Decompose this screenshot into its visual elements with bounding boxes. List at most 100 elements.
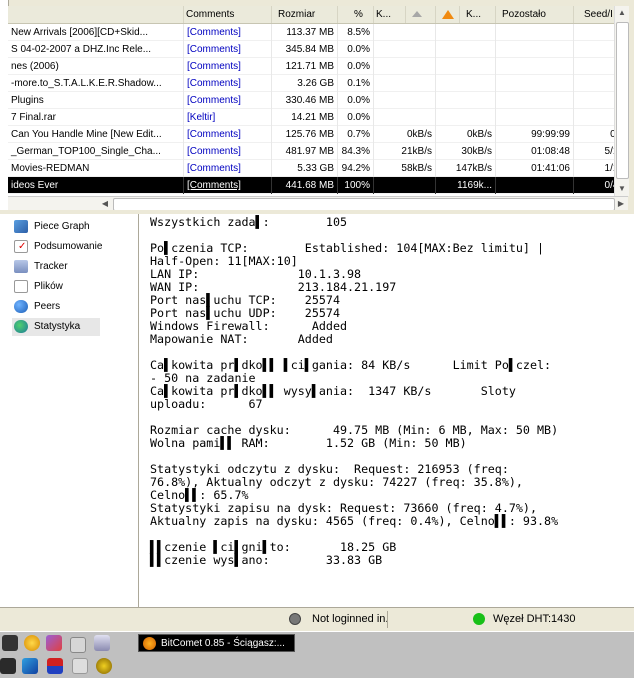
tray-icon-4[interactable] [72, 658, 88, 674]
cell-name: 7 Final.rar [8, 109, 184, 126]
status-bar: Not loginned in. Węzeł DHT:1430 [0, 607, 634, 632]
status-divider [387, 611, 388, 628]
cell-percent: 0.0% [338, 109, 374, 126]
scroll-left-icon[interactable]: ◀ [98, 197, 112, 211]
cell-comments[interactable]: [Comments] [184, 58, 272, 75]
column-comments[interactable]: Comments [184, 6, 272, 23]
cell-name: _German_TOP100_Single_Cha... [8, 143, 184, 160]
cell-up-speed [436, 41, 496, 58]
taskbar-button-bitcomet[interactable]: BitComet 0.85 - Ściągasz:... [138, 634, 295, 652]
dht-status-text: Węzeł DHT:1430 [493, 613, 576, 625]
cell-size: 14.21 MB [272, 109, 338, 126]
quicklaunch-icon-3[interactable] [70, 637, 86, 653]
cell-comments[interactable]: [Comments] [184, 24, 272, 41]
cell-remaining: 01:41:06 [496, 160, 574, 177]
nav-item-peers[interactable]: Peers [12, 298, 60, 316]
nav-item-tracker[interactable]: Tracker [12, 258, 68, 276]
cell-name: nes (2006) [8, 58, 184, 75]
cell-size: 121.71 MB [272, 58, 338, 75]
taskbar: BitComet 0.85 - Ściągasz:... [0, 631, 634, 678]
cell-down-speed [374, 58, 436, 75]
cell-percent: 8.5% [338, 24, 374, 41]
login-status-text: Not loginned in. [312, 613, 389, 625]
torrent-row[interactable]: New Arrivals [2006][CD+Skid... [Comments]… [8, 24, 628, 41]
horizontal-scrollbar[interactable]: ◀ ▶ [8, 196, 628, 211]
torrent-row[interactable]: _German_TOP100_Single_Cha... [Comments] 48… [8, 143, 628, 160]
scroll-down-icon[interactable]: ▼ [615, 182, 629, 196]
torrent-row[interactable]: Movies-REDMAN [Comments] 5.33 GB 94.2% 58kB/… [8, 160, 628, 177]
cell-name: -more.to_S.T.A.L.K.E.R.Shadow... [8, 75, 184, 92]
cell-down-speed: 58kB/s [374, 160, 436, 177]
cell-remaining [496, 92, 574, 109]
quicklaunch-icon-2[interactable] [46, 635, 62, 651]
column-sort-asc[interactable] [406, 6, 436, 23]
cell-comments[interactable]: [Comments] [184, 92, 272, 109]
cell-up-speed [436, 58, 496, 75]
cell-size: 5.33 GB [272, 160, 338, 177]
scroll-right-icon[interactable]: ▶ [614, 197, 628, 211]
column-percent[interactable]: % [338, 6, 374, 23]
column-up-speed[interactable]: K... [460, 6, 496, 23]
torrent-row[interactable]: ideos Ever [Comments] 441.68 MB 100% 1169k..… [8, 177, 628, 194]
column-remaining[interactable]: Pozostało [496, 6, 574, 23]
column-down-speed[interactable]: K... [374, 6, 406, 23]
tray-icon-1[interactable] [0, 658, 16, 674]
cell-size: 125.76 MB [272, 126, 338, 143]
cell-comments[interactable]: [Comments] [184, 41, 272, 58]
cell-down-speed [374, 177, 436, 194]
cell-remaining: 01:08:48 [496, 143, 574, 160]
nav-item-piece-graph[interactable]: Piece Graph [12, 218, 90, 236]
column-size[interactable]: Rozmiar [272, 6, 338, 23]
cell-up-speed: 1169k... [436, 177, 496, 194]
cell-comments[interactable]: [Comments] [184, 160, 272, 177]
column-priority[interactable] [436, 6, 460, 23]
cell-comments[interactable]: [Comments] [184, 126, 272, 143]
cell-up-speed: 147kB/s [436, 160, 496, 177]
column-name[interactable] [8, 6, 184, 23]
cell-up-speed [436, 24, 496, 41]
tray-icon-2[interactable] [22, 658, 38, 674]
piece-graph-icon [14, 220, 28, 233]
cell-name: Plugins [8, 92, 184, 109]
nav-item-files[interactable]: Plików [12, 278, 63, 296]
torrent-row[interactable]: S 04-02-2007 a DHZ.Inc Rele... [Comments]… [8, 41, 628, 58]
cell-name: Can You Handle Mine [New Edit... [8, 126, 184, 143]
nav-item-summary[interactable]: ✓ Podsumowanie [12, 238, 102, 256]
statistics-pane: Wszystkich zada▌: 105 Po▌czenia TCP: Est… [139, 214, 634, 607]
scroll-up-icon[interactable]: ▲ [615, 6, 629, 20]
cell-up-speed [436, 92, 496, 109]
torrent-list-header: Comments Rozmiar % K... K... Pozostało S… [8, 6, 628, 24]
tracker-icon [14, 260, 28, 273]
nav-item-statistics[interactable]: Statystyka [12, 318, 100, 336]
cell-remaining: 99:99:99 [496, 126, 574, 143]
cell-down-speed [374, 24, 436, 41]
orange-up-arrow-icon [442, 9, 454, 19]
cell-remaining [496, 41, 574, 58]
cell-down-speed: 0kB/s [374, 126, 436, 143]
vertical-scrollbar[interactable]: ▲ ▼ [614, 6, 629, 196]
bitcomet-icon [143, 637, 156, 650]
torrent-row[interactable]: 7 Final.rar [Keltir] 14.21 MB 0.0% [8, 109, 628, 126]
cell-remaining [496, 109, 574, 126]
steam-icon[interactable] [2, 635, 18, 651]
cell-comments[interactable]: [Comments] [184, 177, 272, 194]
cell-comments[interactable]: [Keltir] [184, 109, 272, 126]
torrent-row[interactable]: -more.to_S.T.A.L.K.E.R.Shadow... [Comment… [8, 75, 628, 92]
tray-icon-5[interactable] [96, 658, 112, 674]
tray-icon-3[interactable] [47, 658, 63, 674]
cell-comments[interactable]: [Comments] [184, 143, 272, 160]
sort-up-arrow-icon [412, 11, 422, 17]
cell-down-speed: 21kB/s [374, 143, 436, 160]
torrent-row[interactable]: Plugins [Comments] 330.46 MB 0.0% [8, 92, 628, 109]
cell-percent: 0.0% [338, 92, 374, 109]
login-status-icon [289, 613, 301, 625]
torrent-row[interactable]: nes (2006) [Comments] 121.71 MB 0.0% [8, 58, 628, 75]
torrent-row[interactable]: Can You Handle Mine [New Edit... [Comment… [8, 126, 628, 143]
quicklaunch-icon-4[interactable] [94, 635, 110, 651]
cell-remaining [496, 24, 574, 41]
quicklaunch-icon-1[interactable] [24, 635, 40, 651]
cell-percent: 0.7% [338, 126, 374, 143]
vertical-scroll-thumb[interactable] [616, 22, 629, 179]
cell-comments[interactable]: [Comments] [184, 75, 272, 92]
torrent-list[interactable]: Comments Rozmiar % K... K... Pozostało S… [8, 6, 628, 196]
